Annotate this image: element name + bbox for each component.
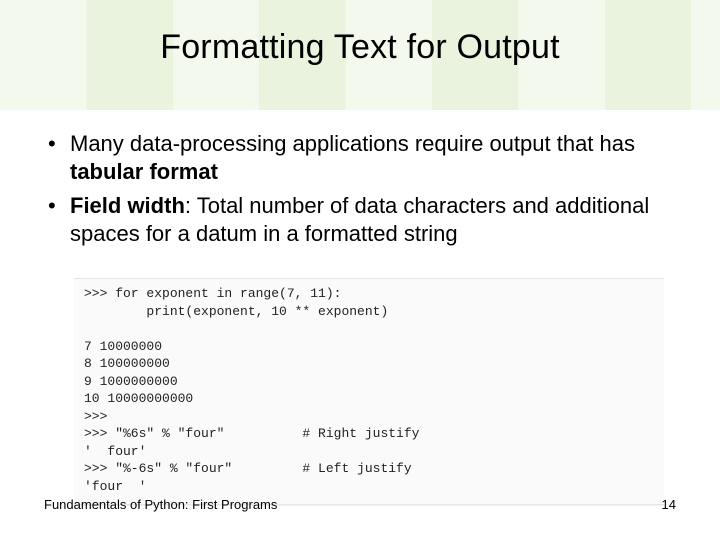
bullet-text-pre: Many data-processing applications requir… [70,131,635,156]
content-area: Many data-processing applications requir… [44,130,670,255]
bullet-list: Many data-processing applications requir… [44,130,670,249]
slide: Formatting Text for Output Many data-pro… [0,0,720,540]
footer-left: Fundamentals of Python: First Programs [44,497,277,512]
bullet-text-bold: tabular format [70,159,218,184]
bullet-item: Many data-processing applications requir… [44,130,670,186]
footer: Fundamentals of Python: First Programs 1… [44,497,676,512]
code-block: >>> for exponent in range(7, 11): print(… [74,278,664,505]
bullet-text-bold: Field width [70,193,185,218]
page-number: 14 [662,497,676,512]
slide-title: Formatting Text for Output [0,28,720,67]
bullet-item: Field width: Total number of data charac… [44,192,670,248]
